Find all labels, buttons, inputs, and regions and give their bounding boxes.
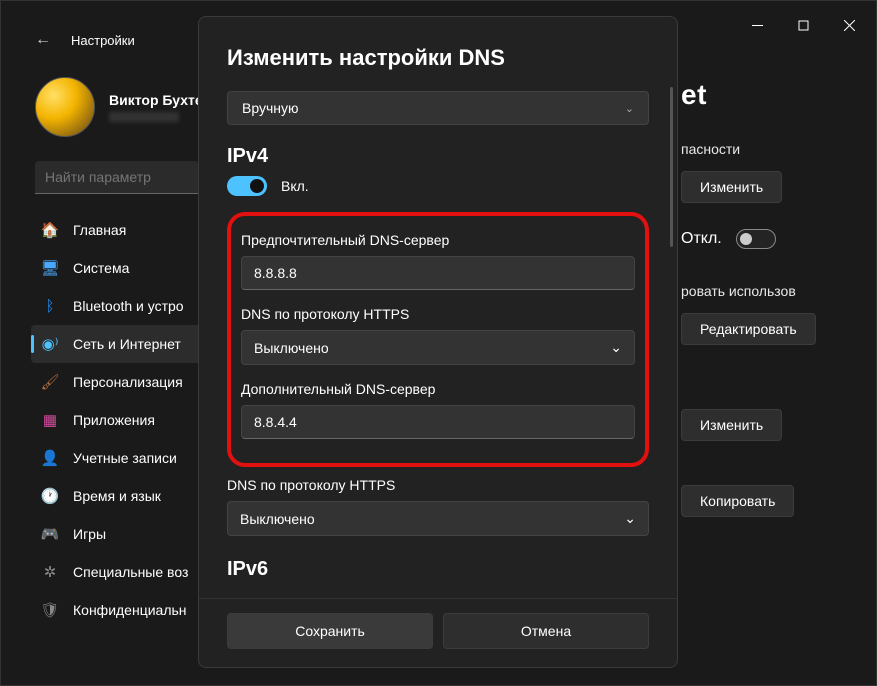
sidebar-item-privacy[interactable]: 🛡 Конфиденциальн — [31, 591, 201, 629]
doh-label-1: DNS по протоколу HTTPS — [241, 306, 635, 322]
dialog-title: Изменить настройки DNS — [227, 45, 649, 71]
minimize-button[interactable] — [734, 9, 780, 41]
doh-value-1: Выключено — [254, 340, 329, 356]
sidebar-item-personalization[interactable]: 🖌 Персонализация — [31, 363, 201, 401]
sidebar-item-label: Сеть и Интернет — [73, 336, 181, 352]
alt-dns-input[interactable] — [241, 405, 635, 439]
brush-icon: 🖌 — [41, 373, 59, 391]
scrollbar[interactable] — [670, 87, 673, 247]
highlight-box: Предпочтительный DNS-сервер DNS по прото… — [227, 212, 649, 467]
sidebar-item-label: Конфиденциальн — [73, 602, 187, 618]
page-title: Настройки — [71, 33, 135, 48]
background-label-security: пасности — [681, 141, 851, 157]
dns-settings-dialog: Изменить настройки DNS Вручную ⌄ IPv4 Вк… — [198, 16, 678, 668]
back-arrow-icon[interactable]: ← — [35, 31, 51, 49]
sidebar-item-label: Персонализация — [73, 374, 183, 390]
change-button[interactable]: Изменить — [681, 171, 782, 203]
sidebar-item-bluetooth[interactable]: ᛒ Bluetooth и устро — [31, 287, 201, 325]
dns-mode-select[interactable]: Вручную ⌄ — [227, 91, 649, 125]
ipv4-toggle-label: Вкл. — [281, 178, 309, 194]
sidebar-item-label: Система — [73, 260, 129, 276]
sidebar-item-time[interactable]: 🕐 Время и язык — [31, 477, 201, 515]
sidebar-item-home[interactable]: 🏠 Главная — [31, 211, 201, 249]
chevron-down-icon: ⌄ — [625, 102, 634, 115]
preferred-dns-label: Предпочтительный DNS-сервер — [241, 232, 635, 248]
toggle-off-label: Откл. — [681, 230, 722, 248]
system-icon: 🖥 — [41, 259, 59, 277]
apps-icon: ▦ — [41, 411, 59, 429]
background-page-title: et — [681, 79, 851, 111]
sidebar-item-label: Игры — [73, 526, 106, 542]
background-page: et пасности Изменить Откл. ровать исполь… — [681, 79, 851, 543]
metered-toggle[interactable] — [736, 229, 776, 249]
settings-window: ← Настройки Виктор Бухте 🏠 Главная 🖥 Систе… — [0, 0, 877, 686]
change-button-2[interactable]: Изменить — [681, 409, 782, 441]
person-icon: 👤 — [41, 449, 59, 467]
doh-value-2: Выключено — [240, 511, 315, 527]
bluetooth-icon: ᛒ — [41, 297, 59, 315]
home-icon: 🏠 — [41, 221, 59, 239]
background-truncated-text: ровать использов — [681, 283, 851, 299]
alt-dns-label: Дополнительный DNS-сервер — [241, 381, 635, 397]
preferred-dns-input[interactable] — [241, 256, 635, 290]
search-box[interactable] — [35, 161, 199, 194]
avatar — [35, 77, 95, 137]
ipv4-heading: IPv4 — [227, 145, 649, 168]
save-button[interactable]: Сохранить — [227, 613, 433, 649]
doh-label-2: DNS по протоколу HTTPS — [227, 477, 649, 493]
sidebar: 🏠 Главная 🖥 Система ᛒ Bluetooth и устро ◉⁾ С… — [31, 211, 201, 629]
edit-button[interactable]: Редактировать — [681, 313, 816, 345]
sidebar-item-network[interactable]: ◉⁾ Сеть и Интернет — [31, 325, 201, 363]
maximize-button[interactable] — [780, 9, 826, 41]
dialog-footer: Сохранить Отмена — [199, 598, 677, 649]
search-input[interactable] — [35, 161, 199, 194]
sidebar-item-accessibility[interactable]: ✲ Специальные воз — [31, 553, 201, 591]
doh-select-2[interactable]: Выключено ⌄ — [227, 501, 649, 536]
sidebar-item-label: Bluetooth и устро — [73, 298, 184, 314]
sidebar-item-label: Время и язык — [73, 488, 161, 504]
gamepad-icon: 🎮 — [41, 525, 59, 543]
wifi-icon: ◉⁾ — [41, 335, 59, 353]
chevron-down-icon: ⌄ — [610, 339, 622, 356]
doh-select-1[interactable]: Выключено ⌄ — [241, 330, 635, 365]
dns-mode-value: Вручную — [242, 100, 299, 116]
sidebar-item-label: Учетные записи — [73, 450, 177, 466]
cancel-button[interactable]: Отмена — [443, 613, 649, 649]
profile-block[interactable]: Виктор Бухте — [35, 77, 203, 137]
shield-icon: 🛡 — [41, 601, 59, 619]
header: ← Настройки — [35, 31, 135, 49]
sidebar-item-label: Приложения — [73, 412, 155, 428]
sidebar-item-gaming[interactable]: 🎮 Игры — [31, 515, 201, 553]
sidebar-item-label: Специальные воз — [73, 564, 188, 580]
clock-icon: 🕐 — [41, 487, 59, 505]
copy-button[interactable]: Копировать — [681, 485, 794, 517]
chevron-down-icon: ⌄ — [624, 510, 636, 527]
profile-email-redacted — [109, 112, 179, 122]
sidebar-item-label: Главная — [73, 222, 126, 238]
ipv6-heading: IPv6 — [227, 558, 649, 581]
profile-name: Виктор Бухте — [109, 92, 203, 108]
sidebar-item-accounts[interactable]: 👤 Учетные записи — [31, 439, 201, 477]
sidebar-item-apps[interactable]: ▦ Приложения — [31, 401, 201, 439]
ipv4-toggle[interactable] — [227, 176, 267, 196]
sidebar-item-system[interactable]: 🖥 Система — [31, 249, 201, 287]
accessibility-icon: ✲ — [41, 563, 59, 581]
close-button[interactable] — [826, 9, 872, 41]
